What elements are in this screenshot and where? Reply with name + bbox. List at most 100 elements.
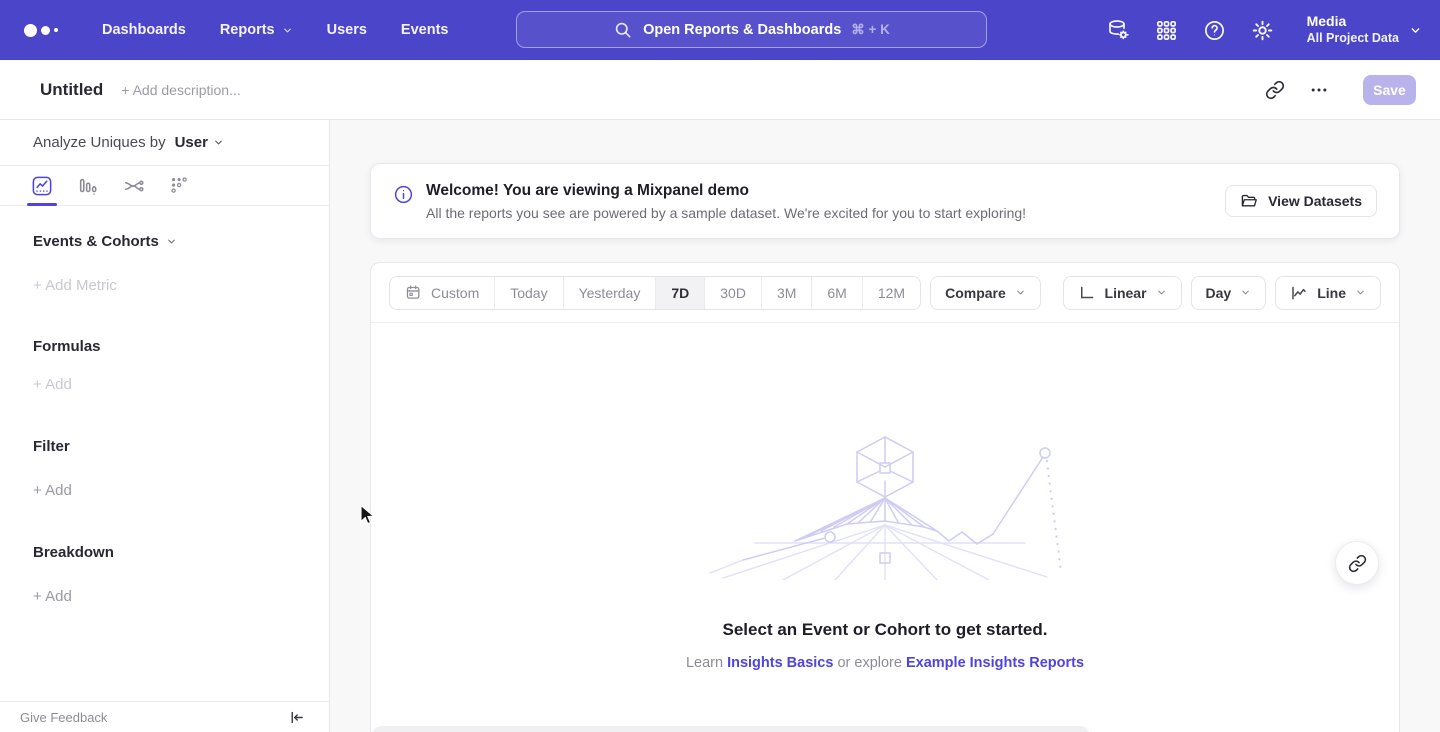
report-title[interactable]: Untitled [40, 80, 103, 100]
nav-dashboards[interactable]: Dashboards [102, 22, 186, 38]
filter-header: Filter [0, 438, 329, 455]
chevron-down-icon [1355, 287, 1366, 298]
range-label: Yesterday [579, 285, 641, 301]
insights-report-card: Custom Today Yesterday 7D 30D 3M 6M 12M … [370, 262, 1400, 732]
range-3m[interactable]: 3M [761, 277, 811, 309]
nav-users[interactable]: Users [327, 22, 367, 38]
banner-subtitle: All the reports you see are powered by a… [426, 205, 1026, 221]
range-custom[interactable]: Custom [390, 277, 494, 309]
collapse-sidebar-icon[interactable] [288, 709, 305, 726]
analyze-by-dropdown[interactable]: User [175, 134, 224, 151]
nav-reports[interactable]: Reports [220, 22, 293, 38]
nav-label: Events [401, 22, 449, 38]
example-reports-link[interactable]: Example Insights Reports [906, 655, 1084, 671]
range-6m[interactable]: 6M [811, 277, 861, 309]
save-button[interactable]: Save [1363, 75, 1416, 105]
insights-basics-link[interactable]: Insights Basics [727, 655, 833, 671]
range-12m[interactable]: 12M [862, 277, 920, 309]
range-label: 30D [720, 285, 746, 301]
global-search[interactable]: Open Reports & Dashboards ⌘ + K [516, 11, 987, 48]
project-scope: All Project Data [1307, 31, 1399, 47]
more-options-icon[interactable] [1303, 74, 1335, 106]
formulas-label: Formulas [33, 338, 101, 355]
scale-selector[interactable]: Linear [1063, 276, 1182, 310]
banner-title: Welcome! You are viewing a Mixpanel demo [426, 182, 1026, 200]
report-toolbar: Custom Today Yesterday 7D 30D 3M 6M 12M … [371, 263, 1399, 323]
range-7d[interactable]: 7D [655, 277, 704, 309]
view-datasets-button[interactable]: View Datasets [1225, 185, 1377, 217]
analyze-by-label: Analyze Uniques by [33, 134, 166, 151]
chevron-down-icon [213, 137, 224, 148]
events-cohorts-label: Events & Cohorts [33, 233, 159, 250]
report-header-bar: Untitled + Add description... Save [0, 60, 1440, 120]
chevron-down-icon [1015, 287, 1026, 298]
empty-state-title: Select an Event or Cohort to get started… [723, 620, 1048, 640]
help-icon[interactable] [1203, 19, 1226, 42]
project-name: Media [1307, 13, 1399, 31]
empty-state: Select an Event or Cohort to get started… [371, 323, 1399, 671]
tab-insights-icon[interactable] [31, 175, 53, 206]
compare-button[interactable]: Compare [930, 276, 1041, 310]
linear-axis-icon [1078, 284, 1096, 302]
data-management-icon[interactable] [1106, 18, 1130, 42]
breakdown-label: Breakdown [33, 544, 114, 561]
query-builder-sidebar: Analyze Uniques by User Events & Cohorts… [0, 120, 330, 732]
add-description[interactable]: + Add description... [121, 82, 240, 98]
subtitle-text: or explore [837, 655, 901, 671]
folder-icon [1240, 192, 1259, 211]
nav-label: Users [327, 22, 367, 38]
empty-state-illustration [695, 425, 1075, 580]
next-section-peek [372, 726, 1090, 732]
formulas-header: Formulas [0, 338, 329, 355]
range-today[interactable]: Today [494, 277, 562, 309]
mixpanel-logo[interactable] [24, 24, 68, 37]
subtitle-text: Learn [686, 655, 723, 671]
interval-label: Day [1206, 285, 1232, 301]
interval-selector[interactable]: Day [1191, 276, 1267, 310]
scale-label: Linear [1105, 285, 1147, 301]
top-nav: Dashboards Reports Users Events Open Rep… [0, 0, 1440, 60]
logo-dot [24, 24, 37, 37]
logo-dot [41, 26, 50, 35]
date-range-picker: Custom Today Yesterday 7D 30D 3M 6M 12M [389, 276, 921, 310]
calendar-icon [405, 284, 422, 301]
range-30d[interactable]: 30D [704, 277, 761, 309]
events-cohorts-header[interactable]: Events & Cohorts [0, 233, 329, 250]
share-link-fab[interactable] [1335, 541, 1379, 585]
tab-bar-chart-icon[interactable] [77, 175, 99, 206]
nav-label: Dashboards [102, 22, 186, 38]
add-formula-button[interactable]: + Add [0, 376, 329, 393]
compare-label: Compare [945, 285, 1006, 301]
search-placeholder: Open Reports & Dashboards [643, 22, 841, 38]
info-icon [393, 184, 414, 205]
add-filter-button[interactable]: + Add [0, 482, 329, 499]
project-selector[interactable]: Media All Project Data [1307, 13, 1422, 46]
give-feedback-link[interactable]: Give Feedback [20, 710, 107, 725]
range-yesterday[interactable]: Yesterday [563, 277, 656, 309]
copy-link-icon[interactable] [1259, 74, 1291, 106]
view-datasets-label: View Datasets [1268, 193, 1362, 209]
search-icon [613, 20, 633, 40]
analyze-by-value: User [175, 134, 208, 151]
tab-flows-icon[interactable] [123, 175, 145, 206]
breakdown-header: Breakdown [0, 544, 329, 561]
nav-label: Reports [220, 22, 275, 38]
chevron-down-icon [166, 236, 177, 247]
add-breakdown-button[interactable]: + Add [0, 588, 329, 605]
gear-icon[interactable] [1251, 19, 1274, 42]
empty-state-subtitle: Learn Insights Basics or explore Example… [686, 655, 1084, 671]
chart-type-label: Line [1317, 285, 1346, 301]
welcome-banner: Welcome! You are viewing a Mixpanel demo… [370, 163, 1400, 239]
main-content: Welcome! You are viewing a Mixpanel demo… [330, 120, 1440, 732]
range-label: Today [510, 285, 547, 301]
range-label: 12M [878, 285, 905, 301]
chart-type-selector[interactable]: Line [1275, 276, 1381, 310]
tab-retention-icon[interactable] [169, 175, 191, 206]
nav-events[interactable]: Events [401, 22, 449, 38]
add-metric-button[interactable]: + Add Metric [0, 277, 329, 294]
chevron-down-icon [282, 25, 293, 36]
search-shortcut: ⌘ + K [851, 22, 890, 38]
range-label: 7D [671, 285, 689, 301]
apps-grid-icon[interactable] [1155, 19, 1178, 42]
range-label: Custom [431, 285, 479, 301]
